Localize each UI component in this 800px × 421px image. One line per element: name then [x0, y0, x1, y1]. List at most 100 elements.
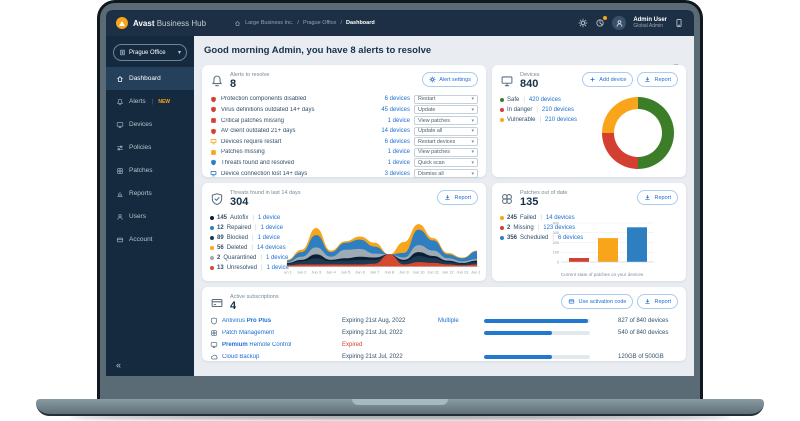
sidebar-item-account[interactable]: Account [106, 228, 194, 251]
progress-fill [484, 355, 552, 359]
settings-gear-icon[interactable] [578, 18, 588, 28]
breadcrumb-separator: / [340, 20, 342, 26]
selected-action: Update [418, 107, 435, 113]
alert-devices-link[interactable]: 6 devices [385, 96, 410, 102]
legend-count: 245 [507, 215, 517, 221]
alert-settings-button[interactable]: Alert settings [422, 72, 478, 87]
patches-icon [500, 192, 514, 206]
subscriptions-card: Active subscriptions 4 Use activation co… [202, 287, 686, 361]
card-icon [568, 298, 575, 305]
sidebar-item-policies[interactable]: Policies [106, 136, 194, 159]
breadcrumb-current: Dashboard [346, 20, 375, 26]
patches-count: 135 [520, 196, 567, 208]
subscription-name-link[interactable]: Antivirus Pro Plus [222, 318, 338, 324]
devices-report-button[interactable]: Report [637, 72, 678, 87]
svg-text:0: 0 [557, 260, 559, 264]
office-selector[interactable]: Prague Office ▾ [113, 44, 187, 61]
patches-report-button[interactable]: Report [637, 190, 678, 205]
use-activation-code-button[interactable]: Use activation code [561, 294, 633, 309]
selected-action: Restart devices [418, 139, 455, 145]
alert-devices-link[interactable]: 1 device [388, 118, 410, 124]
alert-action-select[interactable]: View patches [414, 148, 478, 157]
gear-icon [429, 76, 436, 83]
sidebar-item-alerts[interactable]: Alerts | NEW [106, 90, 194, 113]
alert-devices-link[interactable]: 1 device [388, 160, 410, 166]
user-menu[interactable]: Admin User Global Admin [633, 17, 667, 30]
subscriptions-report-button[interactable]: Report [637, 294, 678, 309]
alert-devices-link[interactable]: 14 devices [381, 128, 410, 134]
sidebar-item-users[interactable]: Users [106, 205, 194, 228]
svg-text:Jun 14: Jun 14 [471, 270, 480, 275]
alert-devices-link[interactable]: 1 device [388, 149, 410, 155]
building-icon [119, 49, 126, 56]
multiple-link[interactable]: Multiple [438, 318, 480, 324]
sidebar-item-label: Patches [129, 167, 153, 174]
subscription-name-link[interactable]: Cloud Backup [222, 354, 338, 360]
button-label: Report [654, 77, 671, 83]
monitor-alert-icon [210, 170, 217, 177]
divider: | [260, 255, 262, 261]
shield-alert-icon [210, 128, 217, 135]
legend-dot [500, 226, 504, 230]
alert-action-select[interactable]: Quick scan [414, 158, 478, 167]
brand-name: Avast [133, 19, 155, 28]
patch-alert-icon [210, 117, 217, 124]
legend-dot [210, 236, 214, 240]
legend-link[interactable]: 1 device [258, 215, 280, 221]
alert-action-select[interactable]: View patches [414, 116, 478, 125]
alert-text: AV client outdated 21+ days [221, 128, 377, 134]
legend-link[interactable]: 210 devices [542, 107, 574, 113]
user-icon [116, 213, 124, 221]
subscription-name-link[interactable]: Patch Management [222, 330, 338, 336]
legend-label: Deleted [227, 245, 248, 251]
shield-alert-icon [210, 106, 217, 113]
brand: Avast Business Hub [133, 19, 206, 28]
avatar[interactable] [612, 16, 626, 30]
subscription-usage: 540 of 840 devices [618, 330, 678, 336]
sidebar-item-label: Devices [129, 121, 152, 128]
subscription-status: Expiring 21st Jul, 2022 [342, 330, 434, 336]
legend-link[interactable]: 420 devices [529, 97, 561, 103]
legend-link[interactable]: 210 devices [545, 117, 577, 123]
legend-link[interactable]: 14 devices [257, 245, 286, 251]
sidebar-menu: Dashboard Alerts | NEW Devices [106, 67, 194, 251]
subscription-progress [484, 331, 590, 335]
alert-action-select[interactable]: Dismiss all [414, 169, 478, 178]
apps-icon[interactable] [674, 18, 684, 28]
legend-link[interactable]: 1 device [261, 225, 283, 231]
office-name: Prague Office [129, 50, 166, 56]
legend-label: Safe [507, 97, 519, 103]
threats-report-button[interactable]: Report [437, 190, 478, 205]
alert-devices-link[interactable]: 3 devices [385, 171, 410, 177]
divider: | [523, 97, 525, 103]
sidebar-item-devices[interactable]: Devices [106, 113, 194, 136]
alert-action-select[interactable]: Restart devices [414, 137, 478, 146]
alert-devices-link[interactable]: 45 devices [381, 107, 410, 113]
breadcrumb-org[interactable]: Large Business Inc. [245, 20, 293, 26]
breadcrumb-site[interactable]: Prague Office [303, 20, 337, 26]
bell-icon [116, 98, 124, 106]
add-device-button[interactable]: Add device [582, 72, 633, 87]
divider: | [252, 215, 254, 221]
alert-devices-link[interactable]: 6 devices [385, 139, 410, 145]
alert-action-select[interactable]: Update all [414, 127, 478, 136]
alert-row: Virus definitions outdated 14+ days 45 d… [210, 105, 478, 116]
subscriptions-list: Antivirus Pro Plus Expiring 21st Aug, 20… [210, 315, 678, 363]
alert-row: Patches missing 1 device View patches [210, 147, 478, 158]
sidebar: Prague Office ▾ Dashboard Alerts | NEW [106, 36, 194, 376]
notifications-icon[interactable] [595, 18, 605, 28]
devices-card: Devices 840 Add device [492, 65, 686, 177]
sidebar-item-dashboard[interactable]: Dashboard [106, 67, 194, 90]
user-role: Global Admin [633, 24, 667, 30]
alert-action-select[interactable]: Restart [414, 95, 478, 104]
topbar-right: Admin User Global Admin [578, 16, 684, 30]
home-icon [234, 20, 241, 27]
sidebar-item-patches[interactable]: Patches [106, 159, 194, 182]
legend-link[interactable]: 1 device [258, 235, 280, 241]
collapse-sidebar-button[interactable]: « [116, 360, 121, 370]
legend-dot [500, 236, 504, 240]
alert-action-select[interactable]: Update [414, 105, 478, 114]
sidebar-item-reports[interactable]: Reports [106, 182, 194, 205]
threats-count: 304 [230, 196, 301, 208]
subscription-name-link[interactable]: Premium Remote Control [222, 342, 338, 348]
